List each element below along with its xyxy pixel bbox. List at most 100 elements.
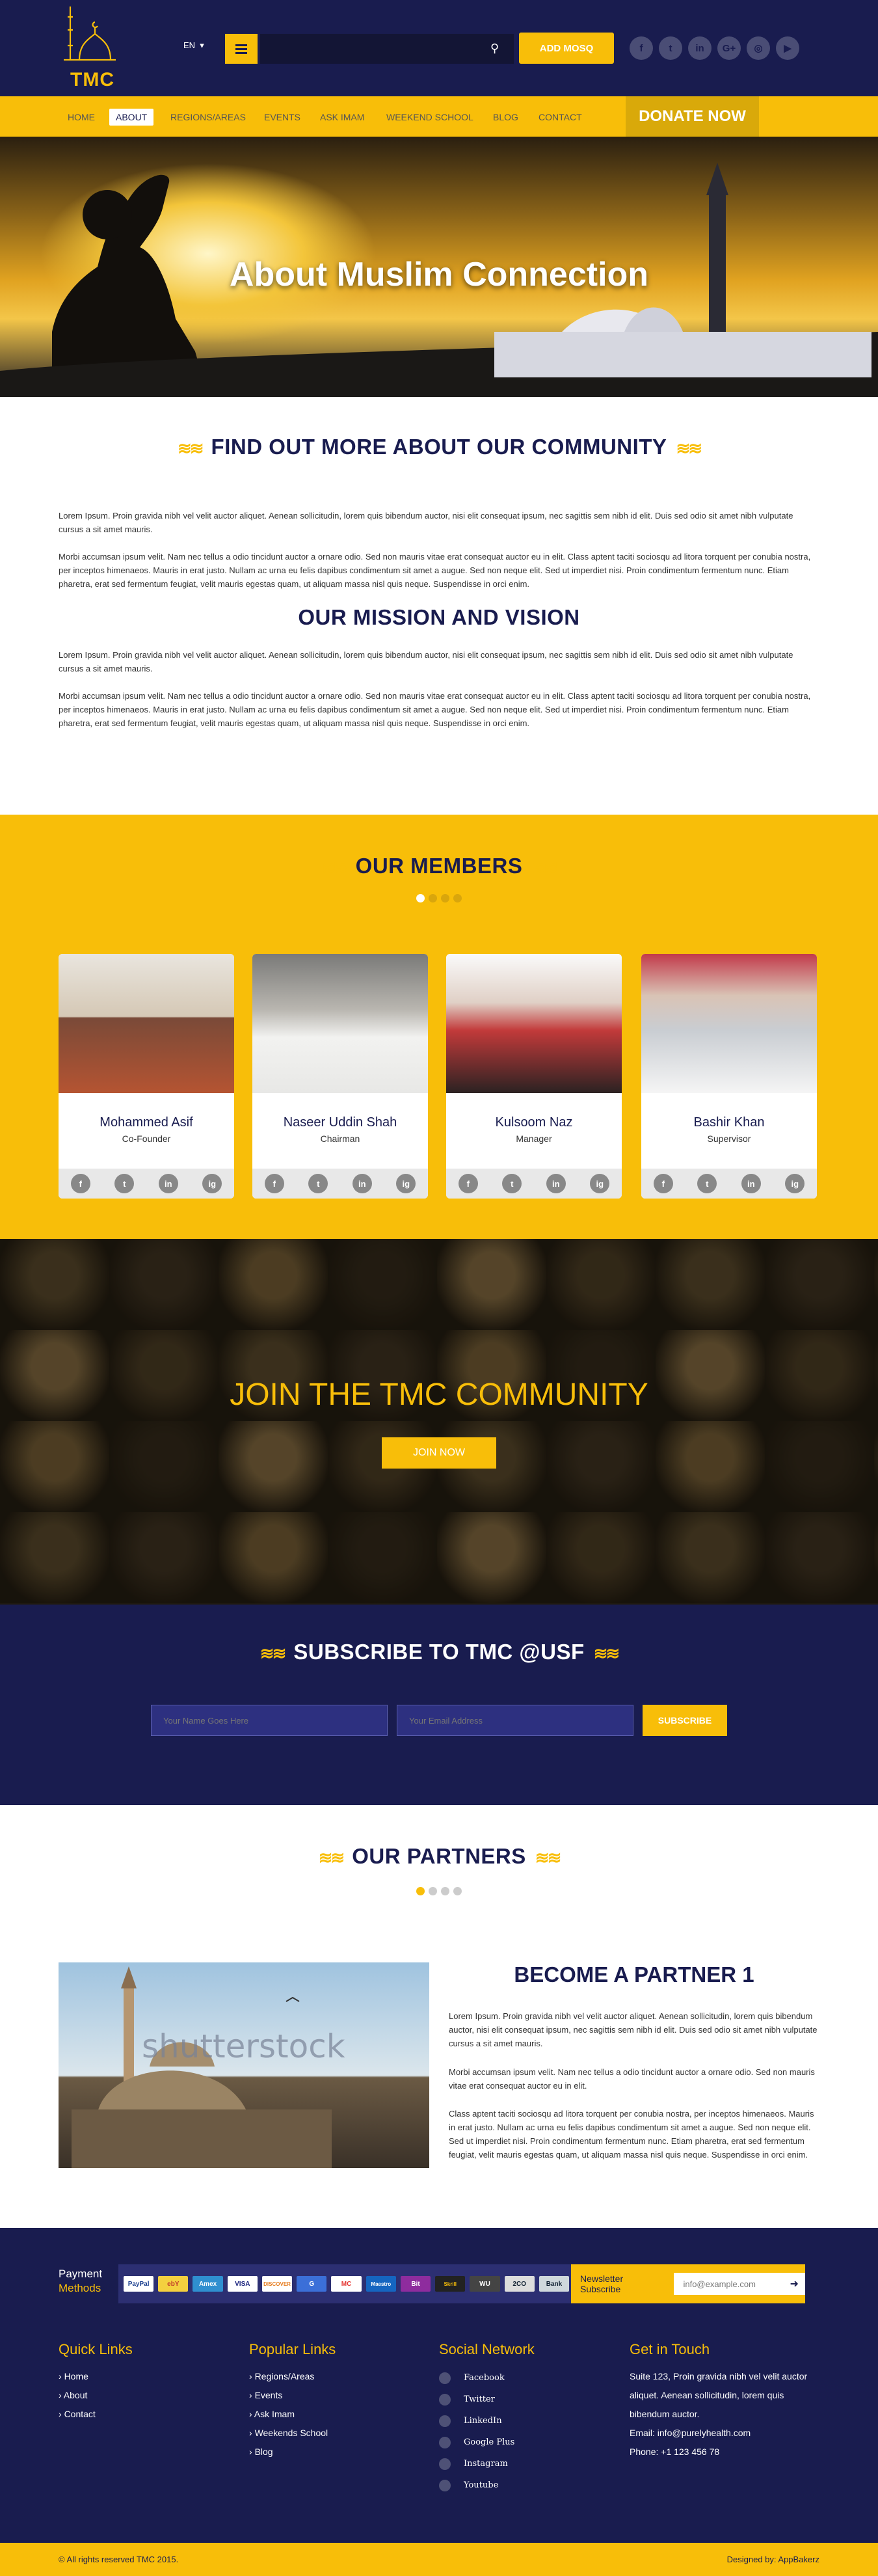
instagram-icon[interactable]: ig [590, 1174, 610, 1193]
facebook-icon[interactable]: f [70, 1174, 90, 1193]
twitter-icon[interactable]: t [114, 1174, 135, 1193]
facebook-icon[interactable]: f [653, 1174, 673, 1193]
linkedin-icon[interactable]: in [546, 1174, 566, 1193]
donate-now-button[interactable]: DONATE NOW [626, 96, 759, 137]
twitter-icon[interactable]: t [659, 36, 682, 60]
member-card[interactable]: Mohammed Asif Co-Founder f t in ig [59, 954, 234, 1199]
member-name: Naseer Uddin Shah [283, 1115, 397, 1130]
arrow-right-icon[interactable]: ➜ [783, 2273, 805, 2295]
carousel-dot[interactable] [441, 1887, 449, 1895]
social-network-column: Social Network Facebook Twitter LinkedIn… [439, 2341, 535, 2496]
mission-paragraph-1: Lorem Ipsum. Proin gravida nibh vel veli… [59, 650, 793, 673]
linkedin-icon[interactable]: in [352, 1174, 372, 1193]
carousel-dot[interactable] [441, 894, 449, 902]
footer-social-youtube[interactable]: Youtube [439, 2474, 535, 2496]
nav-weekend-school[interactable]: WEEKEND SCHOOL [386, 109, 473, 126]
nav-home[interactable]: HOME [68, 109, 95, 126]
hero-banner: About Muslim Connection [0, 137, 878, 397]
carousel-dot[interactable] [453, 1887, 462, 1895]
language-selector[interactable]: EN ▾ [183, 40, 204, 51]
footer-link[interactable]: › Home [59, 2367, 133, 2386]
instagram-icon[interactable]: ig [785, 1174, 805, 1193]
footer-link[interactable]: › Contact [59, 2405, 133, 2424]
youtube-icon[interactable]: ▶ [776, 36, 799, 60]
footer-social-twitter[interactable]: Twitter [439, 2389, 535, 2410]
footer-link[interactable]: › Blog [249, 2443, 336, 2461]
twitter-icon[interactable]: t [697, 1174, 717, 1193]
member-social: f t in ig [59, 1169, 234, 1199]
menu-button[interactable] [225, 34, 258, 64]
skrill-icon: Skrill [435, 2276, 466, 2292]
linkedin-icon[interactable]: in [741, 1174, 761, 1193]
footer-link[interactable]: › Weekends School [249, 2424, 336, 2443]
nav-regions[interactable]: REGIONS/AREAS [170, 109, 246, 126]
nav-about[interactable]: ABOUT [109, 109, 154, 126]
carousel-dot[interactable] [416, 894, 425, 902]
footer-social-google-plus[interactable]: Google Plus [439, 2432, 535, 2453]
designed-by-text[interactable]: Designed by: AppBakerz [727, 2555, 819, 2564]
footer-social-facebook[interactable]: Facebook [439, 2367, 535, 2389]
member-name: Kulsoom Naz [495, 1115, 573, 1130]
member-card[interactable]: Bashir Khan Supervisor f t in ig [641, 954, 817, 1199]
twitter-icon[interactable]: t [502, 1174, 522, 1193]
contact-phone[interactable]: Phone: +1 123 456 78 [630, 2443, 825, 2461]
partner-title: BECOME A PARTNER 1 [514, 1962, 754, 1986]
nav-ask-imam[interactable]: ASK IMAM [320, 109, 364, 126]
twitter-icon[interactable]: t [308, 1174, 328, 1193]
nav-blog[interactable]: BLOG [493, 109, 518, 126]
subscribe-heading: ≋≋ SUBSCRIBE TO TMC @USF ≋≋ [0, 1640, 878, 1664]
member-card[interactable]: Kulsoom Naz Manager f t in ig [446, 954, 622, 1199]
instagram-icon[interactable]: ig [396, 1174, 416, 1193]
member-photo [446, 954, 622, 1093]
mastercard-icon: MC [331, 2276, 362, 2292]
logo-text: TMC [70, 69, 114, 90]
join-section: JOIN THE TMC COMMUNITY JOIN NOW [0, 1239, 878, 1605]
carousel-dot[interactable] [429, 894, 437, 902]
search-icon[interactable]: ⚲ [490, 42, 499, 55]
linkedin-icon[interactable]: in [688, 36, 712, 60]
member-card[interactable]: Naseer Uddin Shah Chairman f t in ig [252, 954, 428, 1199]
newsletter-box: Newsletter Subscribe ➜ [571, 2264, 805, 2303]
get-in-touch-column: Get in Touch Suite 123, Proin gravida ni… [630, 2341, 825, 2461]
facebook-icon[interactable]: f [630, 36, 653, 60]
footer-link[interactable]: › Events [249, 2386, 336, 2405]
wave-decoration-icon: ≋≋ [593, 1643, 620, 1663]
footer-social-instagram[interactable]: Instagram [439, 2453, 535, 2474]
newsletter-label: Newsletter Subscribe [580, 2273, 624, 2294]
subscribe-email-input[interactable] [397, 1705, 633, 1736]
search-input[interactable] [260, 34, 514, 64]
contact-email[interactable]: Email: info@purelyhealth.com [630, 2424, 825, 2443]
join-now-button[interactable]: JOIN NOW [382, 1437, 496, 1469]
carousel-dot[interactable] [429, 1887, 437, 1895]
members-section: ≋≋ OUR MEMBERS ≋≋ Mohammed Asif Co-Founder… [0, 815, 878, 1239]
carousel-dot[interactable] [416, 1887, 425, 1895]
facebook-icon[interactable]: f [458, 1174, 478, 1193]
carousel-dot[interactable] [453, 894, 462, 902]
nav-contact[interactable]: CONTACT [539, 109, 582, 126]
instagram-icon[interactable]: ig [202, 1174, 222, 1193]
member-photo [641, 954, 817, 1093]
join-title: JOIN THE TMC COMMUNITY [230, 1377, 648, 1412]
footer-social-linkedin[interactable]: LinkedIn [439, 2410, 535, 2432]
about-heading-text: FIND OUT MORE ABOUT OUR COMMUNITY [211, 435, 667, 459]
payment-label-2: Methods [59, 2282, 101, 2294]
google-plus-icon [439, 2436, 451, 2448]
google-plus-icon[interactable]: G+ [717, 36, 741, 60]
footer-link[interactable]: › Regions/Areas [249, 2367, 336, 2386]
subscribe-name-input[interactable] [151, 1705, 388, 1736]
language-label: EN [183, 40, 196, 50]
google-checkout-icon: G [297, 2276, 327, 2292]
quick-links-column: Quick Links › Home › About › Contact [59, 2341, 133, 2424]
instagram-icon[interactable]: ◎ [747, 36, 770, 60]
partner-paragraph-1: Lorem Ipsum. Proin gravida nibh vel veli… [449, 2011, 818, 2048]
footer-link[interactable]: › About [59, 2386, 133, 2405]
nav-events[interactable]: EVENTS [264, 109, 300, 126]
member-social: f t in ig [252, 1169, 428, 1199]
linkedin-icon[interactable]: in [158, 1174, 178, 1193]
facebook-icon[interactable]: f [264, 1174, 284, 1193]
newsletter-email-input[interactable] [674, 2273, 784, 2295]
subscribe-button[interactable]: SUBSCRIBE [643, 1705, 727, 1736]
add-mosq-button[interactable]: ADD MOSQ [519, 33, 614, 64]
amex-icon: Amex [193, 2276, 223, 2292]
footer-link[interactable]: › Ask Imam [249, 2405, 336, 2424]
